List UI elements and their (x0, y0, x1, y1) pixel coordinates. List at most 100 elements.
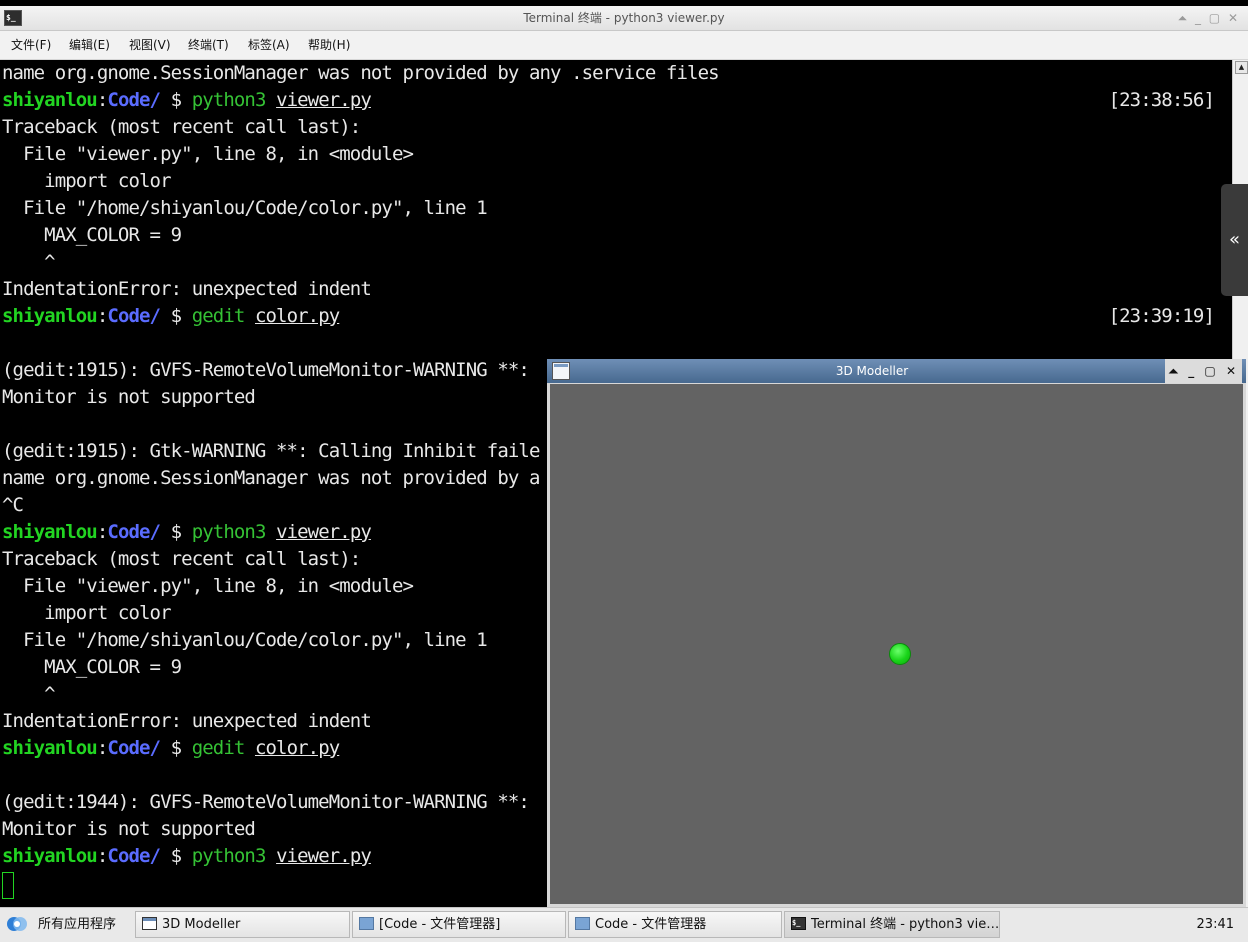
output-line: (gedit:1915): Gtk-WARNING **: Calling In… (2, 440, 540, 462)
prompt-path: Code/ (107, 737, 161, 759)
terminal-menubar: 文件(F) 编辑(E) 视图(V) 终端(T) 标签(A) 帮助(H) (0, 31, 1248, 60)
modeller-titlebar[interactable]: 3D Modeller ⏶ _ ▢ ✕ (547, 359, 1246, 383)
taskbar-item-label: [Code - 文件管理器] (379, 917, 501, 932)
modeller-window-controls[interactable]: ⏶ _ ▢ ✕ (1165, 359, 1242, 383)
menu-tabs[interactable]: 标签(A) (248, 31, 290, 59)
menu-view[interactable]: 视图(V) (129, 31, 171, 59)
apps-menu-icon (7, 917, 27, 931)
prompt-dollar: $ (160, 305, 192, 327)
taskbar-clock: 23:41 (1196, 917, 1234, 932)
menu-edit[interactable]: 编辑(E) (69, 31, 110, 59)
output-line: name org.gnome.SessionManager was not pr… (2, 467, 540, 489)
modeller-window: 3D Modeller ⏶ _ ▢ ✕ (547, 359, 1246, 907)
folder-icon (575, 917, 590, 930)
prompt-argument: viewer.py (276, 845, 372, 867)
output-line: ^ (2, 251, 55, 273)
menu-file[interactable]: 文件(F) (11, 31, 51, 59)
taskbar-item-file-manager-1[interactable]: [Code - 文件管理器] (352, 911, 566, 938)
all-apps-button[interactable]: 所有应用程序 (4, 911, 130, 938)
green-sphere[interactable] (889, 643, 911, 665)
prompt-user: shiyanlou (2, 305, 98, 327)
taskbar-item-terminal[interactable]: $_ Terminal 终端 - python3 vie… (784, 911, 1000, 938)
output-line: import color (2, 602, 171, 624)
output-line: IndentationError: unexpected indent (2, 710, 372, 732)
output-line: Traceback (most recent call last): (2, 548, 361, 570)
prompt-argument: color.py (254, 737, 340, 759)
prompt-separator: : (96, 737, 108, 759)
prompt-command: python3 (191, 521, 267, 543)
output-line: MAX_COLOR = 9 (2, 224, 182, 246)
window-icon (142, 917, 157, 930)
prompt-argument: color.py (254, 305, 340, 327)
prompt-dollar: $ (160, 737, 192, 759)
output-line: File "viewer.py", line 8, in <module> (2, 575, 414, 597)
output-line: IndentationError: unexpected indent (2, 278, 372, 300)
prompt-separator: : (96, 521, 108, 543)
taskbar-item-file-manager-2[interactable]: Code - 文件管理器 (568, 911, 782, 938)
taskbar-item-label: Code - 文件管理器 (595, 917, 707, 932)
prompt-separator: : (96, 845, 108, 867)
prompt-separator: : (96, 305, 108, 327)
output-line: Monitor is not supported (2, 386, 256, 408)
terminal-window-title: Terminal 终端 - python3 viewer.py (523, 11, 725, 25)
terminal-cursor (2, 872, 14, 899)
prompt-argument: viewer.py (276, 89, 372, 111)
prompt-path: Code/ (107, 305, 161, 327)
output-line: import color (2, 170, 171, 192)
prompt-timestamp: [23:38:56] (1108, 89, 1215, 111)
scroll-up-arrow-icon[interactable]: ▲ (1235, 61, 1248, 74)
modeller-canvas[interactable] (550, 384, 1243, 904)
output-line: (gedit:1915): GVFS-RemoteVolumeMonitor-W… (2, 359, 530, 381)
prompt-command: python3 (191, 89, 267, 111)
output-line: MAX_COLOR = 9 (2, 656, 182, 678)
prompt-path: Code/ (107, 521, 161, 543)
output-line: File "viewer.py", line 8, in <module> (2, 143, 414, 165)
output-line: ^ (2, 683, 55, 705)
output-line: Traceback (most recent call last): (2, 116, 361, 138)
prompt-path: Code/ (107, 89, 161, 111)
prompt-separator: : (96, 89, 108, 111)
prompt-line: shiyanlou:Code/ $ python3 viewer.py (2, 843, 372, 870)
prompt-argument: viewer.py (276, 521, 372, 543)
output-line: File "/home/shiyanlou/Code/color.py", li… (2, 629, 488, 651)
prompt-command: gedit (191, 737, 246, 759)
menu-terminal[interactable]: 终端(T) (188, 31, 229, 59)
menu-help[interactable]: 帮助(H) (308, 31, 350, 59)
prompt-line: shiyanlou:Code/ $ python3 viewer.py (2, 87, 372, 114)
prompt-line: shiyanlou:Code/ $ gedit color.py (2, 735, 340, 762)
prompt-user: shiyanlou (2, 89, 98, 111)
taskbar: 所有应用程序 3D Modeller [Code - 文件管理器] Code -… (0, 907, 1248, 942)
terminal-window-controls[interactable]: ⏶ _ ▢ ✕ (1178, 6, 1240, 30)
folder-icon (359, 917, 374, 930)
prompt-command: python3 (191, 845, 267, 867)
prompt-dollar: $ (160, 89, 192, 111)
taskbar-item-label: Terminal 终端 - python3 vie… (811, 917, 1000, 932)
taskbar-item-label: 3D Modeller (162, 917, 241, 932)
prompt-path: Code/ (107, 845, 161, 867)
terminal-titlebar[interactable]: $_ Terminal 终端 - python3 viewer.py ⏶ _ ▢… (0, 6, 1248, 31)
all-apps-label: 所有应用程序 (38, 917, 117, 932)
prompt-dollar: $ (160, 845, 192, 867)
output-line: File "/home/shiyanlou/Code/color.py", li… (2, 197, 488, 219)
prompt-user: shiyanlou (2, 737, 98, 759)
prompt-user: shiyanlou (2, 845, 98, 867)
modeller-window-title: 3D Modeller (835, 364, 909, 378)
output-line: (gedit:1944): GVFS-RemoteVolumeMonitor-W… (2, 791, 530, 813)
output-line: Monitor is not supported (2, 818, 256, 840)
output-line: ^C (2, 494, 24, 516)
prompt-dollar: $ (160, 521, 192, 543)
output-line: name org.gnome.SessionManager was not pr… (2, 62, 720, 84)
prompt-command: gedit (191, 305, 246, 327)
prompt-line: shiyanlou:Code/ $ python3 viewer.py (2, 519, 372, 546)
prompt-line: shiyanlou:Code/ $ gedit color.py (2, 303, 340, 330)
prompt-user: shiyanlou (2, 521, 98, 543)
terminal-icon: $_ (791, 917, 806, 930)
taskbar-item-3d-modeller[interactable]: 3D Modeller (135, 911, 350, 938)
prompt-timestamp: [23:39:19] (1108, 305, 1215, 327)
side-panel-collapse-icon[interactable]: « (1221, 184, 1248, 296)
